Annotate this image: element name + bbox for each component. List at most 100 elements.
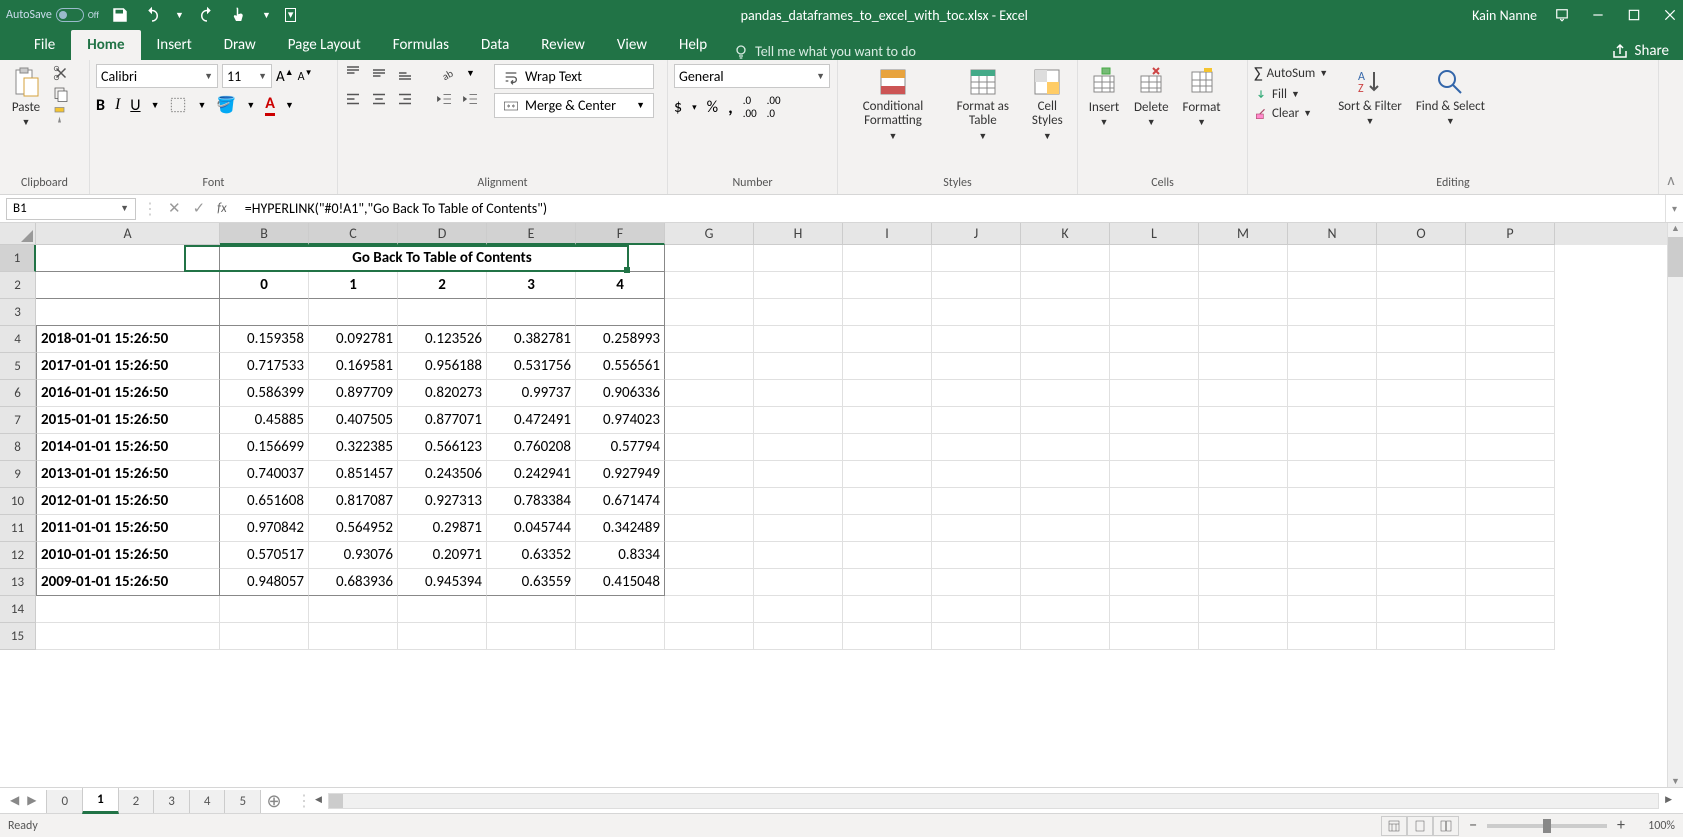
cell[interactable] <box>665 596 754 623</box>
cell[interactable]: 0.415048 <box>576 569 665 596</box>
cell[interactable]: 2016-01-01 15:26:50 <box>36 380 220 407</box>
cell[interactable] <box>1377 515 1466 542</box>
cell[interactable] <box>1466 488 1555 515</box>
cell[interactable]: 4 <box>576 272 665 299</box>
cell[interactable]: 0.322385 <box>309 434 398 461</box>
cell[interactable] <box>1110 299 1199 326</box>
align-right-icon[interactable] <box>396 90 414 108</box>
cell[interactable] <box>932 434 1021 461</box>
cell[interactable]: 0.851457 <box>309 461 398 488</box>
cell[interactable] <box>932 272 1021 299</box>
cell[interactable] <box>1466 434 1555 461</box>
cell[interactable] <box>1021 515 1110 542</box>
cell[interactable]: 0.671474 <box>576 488 665 515</box>
cell[interactable] <box>665 299 754 326</box>
cell[interactable] <box>487 299 576 326</box>
cell[interactable] <box>36 245 220 272</box>
italic-button[interactable]: I <box>115 96 120 114</box>
row-header[interactable]: 14 <box>0 596 36 623</box>
cell[interactable]: 0.760208 <box>487 434 576 461</box>
font-color-icon[interactable]: A <box>265 94 275 116</box>
cell[interactable]: 1 <box>309 272 398 299</box>
cell[interactable] <box>932 596 1021 623</box>
cell[interactable] <box>36 299 220 326</box>
insert-cells-button[interactable]: Insert▼ <box>1084 64 1124 130</box>
wrap-text-button[interactable]: Wrap Text <box>494 64 654 89</box>
column-header[interactable]: H <box>754 223 843 245</box>
cell[interactable] <box>754 245 843 272</box>
sheet-tab[interactable]: 2 <box>118 790 155 814</box>
cell[interactable] <box>398 623 487 650</box>
cell[interactable] <box>1466 380 1555 407</box>
cell[interactable] <box>1110 272 1199 299</box>
delete-cells-button[interactable]: Delete▼ <box>1130 64 1173 130</box>
cell[interactable] <box>1466 623 1555 650</box>
column-header[interactable]: O <box>1377 223 1466 245</box>
cell[interactable] <box>576 623 665 650</box>
column-header[interactable]: E <box>487 223 576 245</box>
row-header[interactable]: 6 <box>0 380 36 407</box>
cell-styles-button[interactable]: Cell Styles▼ <box>1024 64 1071 144</box>
redo-icon[interactable] <box>198 6 216 24</box>
cell[interactable] <box>754 542 843 569</box>
copy-icon[interactable] <box>52 85 70 103</box>
cell[interactable] <box>754 407 843 434</box>
decrease-font-icon[interactable]: A▼ <box>298 68 313 84</box>
cell[interactable] <box>665 569 754 596</box>
cell[interactable]: 0.092781 <box>309 326 398 353</box>
cell[interactable] <box>665 380 754 407</box>
cell[interactable] <box>1110 353 1199 380</box>
cell[interactable] <box>754 353 843 380</box>
cell[interactable] <box>1466 596 1555 623</box>
cell[interactable] <box>398 596 487 623</box>
align-bottom-icon[interactable] <box>396 64 414 82</box>
cell[interactable] <box>1199 542 1288 569</box>
cell[interactable] <box>1199 245 1288 272</box>
zoom-in-button[interactable]: + <box>1617 816 1625 835</box>
cell[interactable]: 0.342489 <box>576 515 665 542</box>
cell[interactable] <box>1288 326 1377 353</box>
cell[interactable]: 0.740037 <box>220 461 309 488</box>
cell[interactable]: 0.586399 <box>220 380 309 407</box>
expand-formula-bar-icon[interactable]: ▾ <box>1665 195 1683 222</box>
decrease-indent-icon[interactable] <box>436 90 454 108</box>
cell[interactable]: 0.948057 <box>220 569 309 596</box>
format-as-table-button[interactable]: Format as Table▼ <box>948 64 1018 144</box>
cell[interactable] <box>1466 407 1555 434</box>
column-header[interactable]: A <box>36 223 220 245</box>
hyperlink-cell[interactable]: Go Back To Table of Contents <box>220 245 665 272</box>
tab-view[interactable]: View <box>601 30 663 60</box>
cell[interactable] <box>1377 434 1466 461</box>
cell[interactable] <box>843 299 932 326</box>
sheet-tab[interactable]: 4 <box>189 790 226 814</box>
cell[interactable] <box>487 623 576 650</box>
tab-review[interactable]: Review <box>525 30 601 60</box>
row-header[interactable]: 13 <box>0 569 36 596</box>
cell[interactable]: 0.897709 <box>309 380 398 407</box>
underline-button[interactable]: U <box>130 96 140 115</box>
row-header[interactable]: 8 <box>0 434 36 461</box>
qat-customize[interactable]: ▾ <box>285 8 297 22</box>
zoom-out-button[interactable]: − <box>1469 816 1477 835</box>
cell[interactable] <box>932 353 1021 380</box>
cell[interactable]: 0.258993 <box>576 326 665 353</box>
format-painter-icon[interactable] <box>52 106 70 124</box>
cell[interactable] <box>1110 326 1199 353</box>
cell[interactable]: 0.045744 <box>487 515 576 542</box>
cell[interactable]: 0.156699 <box>220 434 309 461</box>
cell[interactable] <box>754 326 843 353</box>
cell[interactable] <box>1021 542 1110 569</box>
cell[interactable] <box>932 623 1021 650</box>
align-center-icon[interactable] <box>370 90 388 108</box>
cell[interactable] <box>1377 380 1466 407</box>
row-header[interactable]: 2 <box>0 272 36 299</box>
save-icon[interactable] <box>111 6 129 24</box>
cell[interactable] <box>1199 515 1288 542</box>
orientation-icon[interactable]: ab <box>440 64 458 82</box>
cell[interactable] <box>1110 596 1199 623</box>
cell[interactable] <box>36 272 220 299</box>
cell[interactable] <box>665 461 754 488</box>
comma-format-icon[interactable]: , <box>728 96 733 118</box>
tell-me-search[interactable]: Tell me what you want to do <box>723 43 926 60</box>
cell[interactable] <box>1466 542 1555 569</box>
